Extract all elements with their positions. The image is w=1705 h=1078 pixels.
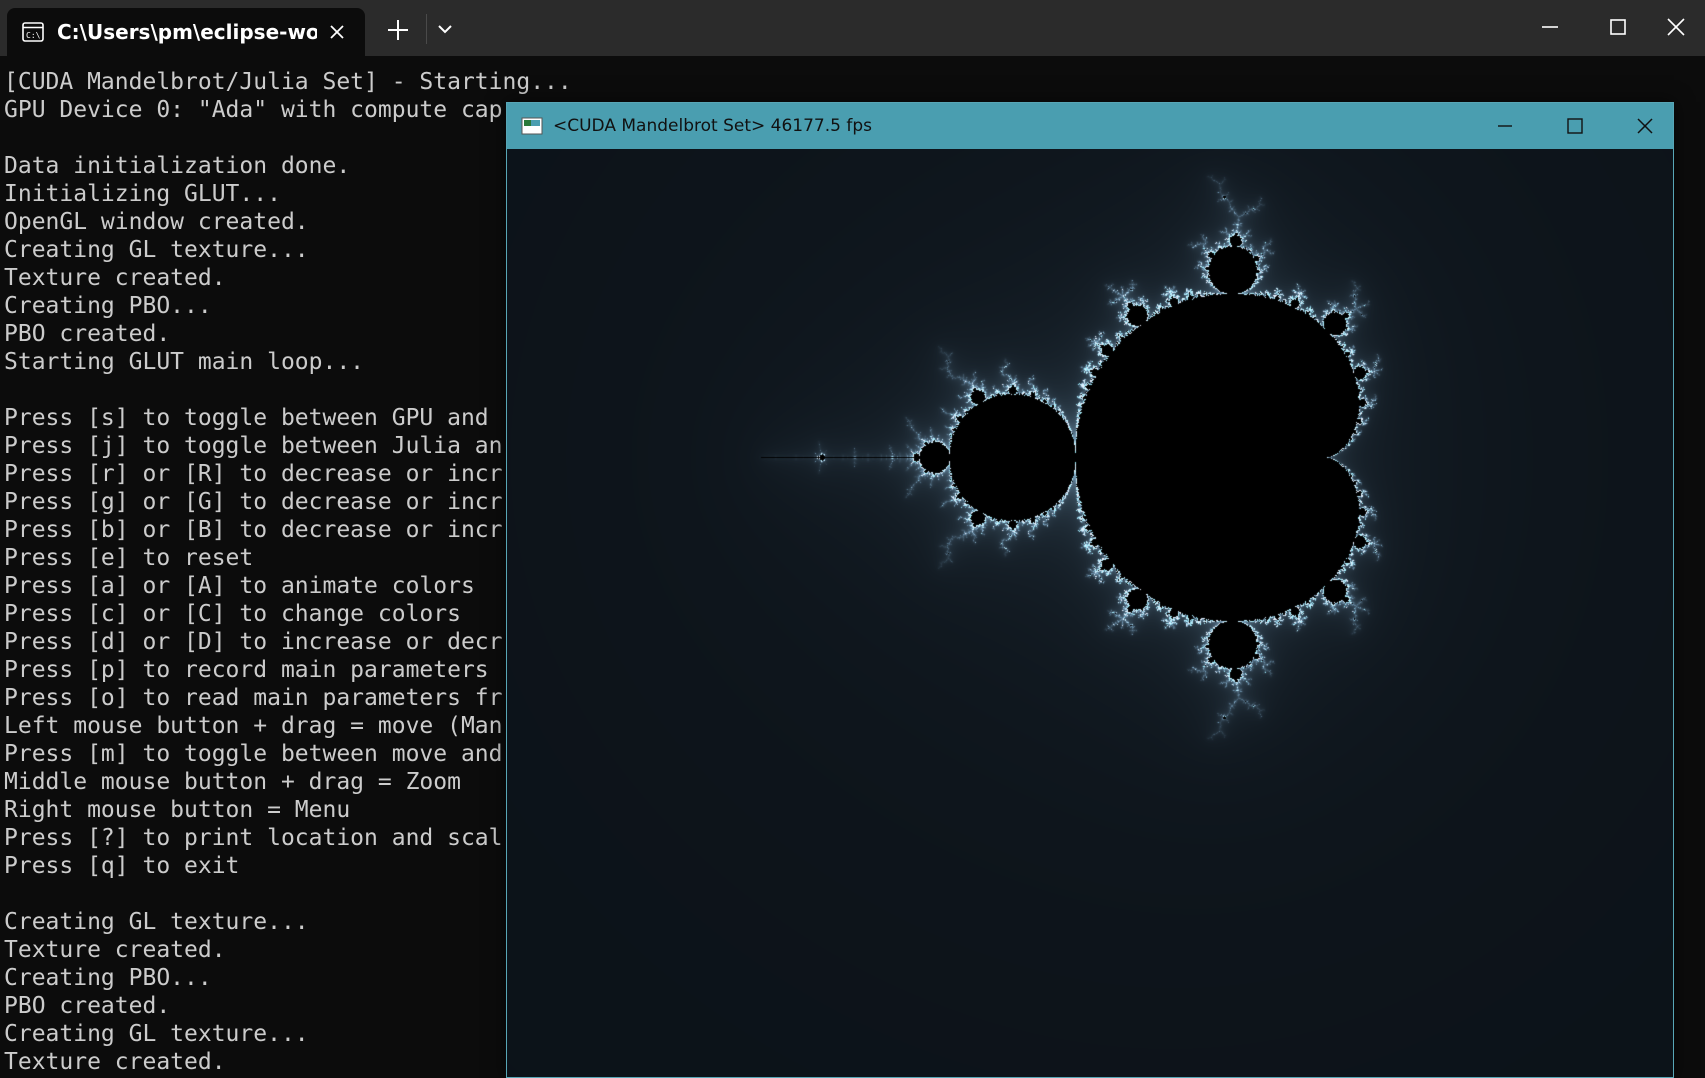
maximize-icon[interactable] bbox=[1596, 10, 1640, 44]
glut-titlebar[interactable]: <CUDA Mandelbrot Set> 46177.5 fps bbox=[507, 103, 1673, 149]
console-line: [CUDA Mandelbrot/Julia Set] - Starting..… bbox=[4, 69, 572, 95]
glut-window-title: <CUDA Mandelbrot Set> 46177.5 fps bbox=[553, 116, 872, 136]
desktop: C:\ C:\Users\pm\eclipse-wo [CUDA Mandelb… bbox=[0, 0, 1705, 1078]
mandelbrot-canvas[interactable] bbox=[507, 149, 1673, 1077]
svg-text:C:\: C:\ bbox=[26, 31, 41, 40]
window-icon bbox=[521, 117, 543, 135]
terminal-titlebar: C:\ C:\Users\pm\eclipse-wo bbox=[0, 0, 1705, 56]
close-icon[interactable] bbox=[1625, 109, 1665, 143]
plus-icon[interactable] bbox=[384, 16, 412, 44]
tab-divider bbox=[426, 14, 427, 44]
terminal-tab[interactable]: C:\ C:\Users\pm\eclipse-wo bbox=[7, 8, 365, 56]
close-tab-icon[interactable] bbox=[325, 20, 349, 44]
close-icon[interactable] bbox=[1654, 10, 1698, 44]
maximize-icon[interactable] bbox=[1555, 109, 1595, 143]
terminal-icon: C:\ bbox=[22, 22, 44, 42]
tab-title: C:\Users\pm\eclipse-wo bbox=[57, 20, 317, 44]
minimize-icon[interactable] bbox=[1485, 109, 1525, 143]
chevron-down-icon[interactable] bbox=[434, 18, 456, 40]
glut-window[interactable]: <CUDA Mandelbrot Set> 46177.5 fps bbox=[506, 102, 1674, 1078]
minimize-icon[interactable] bbox=[1528, 10, 1572, 44]
